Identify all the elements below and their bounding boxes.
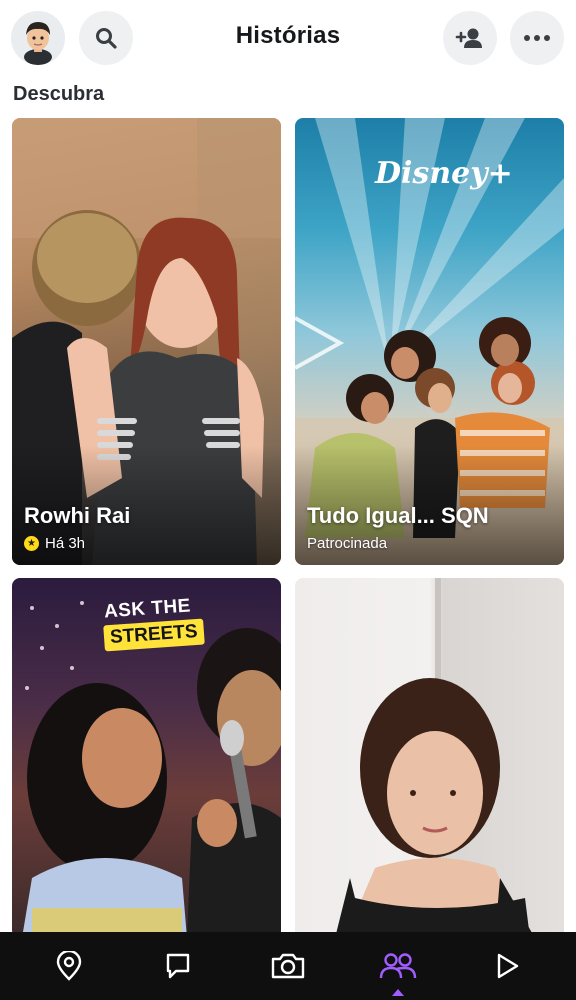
story-thumbnail (335, 578, 535, 938)
card-title: Tudo Igual... SQN (307, 503, 489, 528)
nav-chat[interactable] (148, 938, 208, 994)
add-friend-icon (455, 28, 482, 48)
section-title: Descubra (13, 83, 105, 105)
map-icon (56, 951, 81, 981)
nav-map[interactable] (39, 938, 99, 994)
chat-icon (167, 953, 190, 979)
stories-screen: Histórias Descubra Rowhi Rai ★ Há 3h Dis… (0, 0, 576, 1000)
nav-stories[interactable] (368, 938, 428, 996)
more-options-button[interactable] (510, 11, 564, 65)
nav-camera[interactable] (258, 938, 318, 994)
bottom-navigation (0, 932, 576, 1000)
story-card[interactable]: ASK THE STREETS (12, 578, 281, 938)
stories-icon (379, 953, 416, 979)
more-icon (524, 35, 550, 41)
camera-icon (271, 953, 305, 979)
nav-spotlight[interactable] (477, 938, 537, 994)
star-icon: ★ (24, 536, 39, 551)
card-subtitle: Patrocinada (307, 535, 387, 552)
spotlight-icon (497, 953, 519, 979)
story-card[interactable] (295, 578, 564, 938)
badge-line-2: STREETS (103, 618, 205, 652)
add-friend-button[interactable] (443, 11, 497, 65)
story-card-sponsored[interactable]: Disney+ Tudo Igual... SQN Patrocinada (295, 118, 564, 565)
card-title: Rowhi Rai (24, 503, 131, 528)
card-subtitle: ★ Há 3h (24, 535, 85, 552)
story-card[interactable]: Rowhi Rai ★ Há 3h (12, 118, 281, 565)
active-tab-indicator (391, 989, 404, 996)
sponsored-label: Patrocinada (307, 535, 388, 552)
top-bar: Histórias (0, 0, 576, 78)
ask-the-streets-badge: ASK THE STREETS (103, 595, 205, 652)
disney-logo: Disney+ (375, 156, 513, 191)
timestamp: Há 3h (45, 535, 86, 552)
